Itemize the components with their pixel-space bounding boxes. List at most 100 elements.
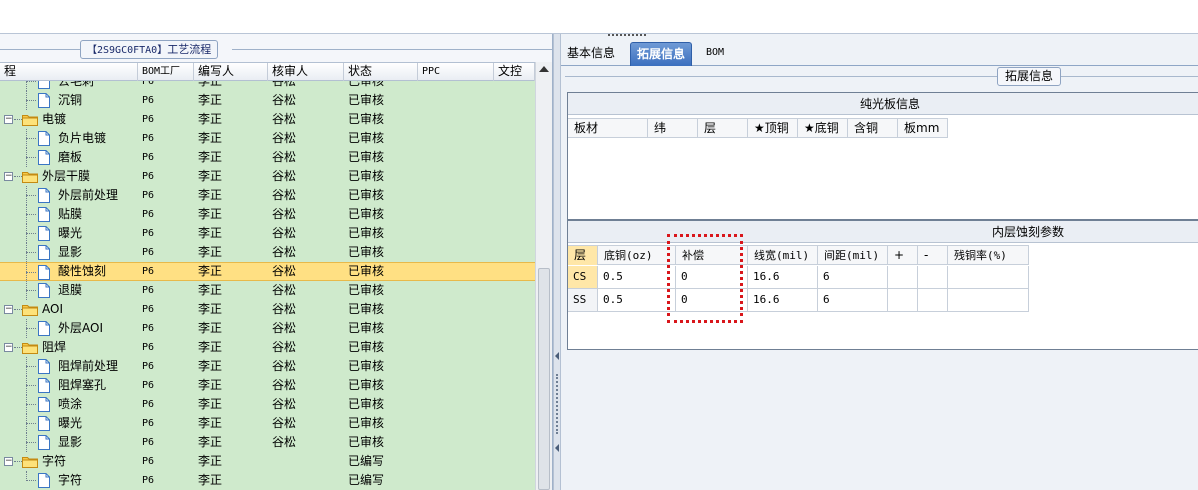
tree-row[interactable]: 酸性蚀刻 P6 李正 谷松 已审核: [0, 262, 535, 282]
board-col-layer[interactable]: 层: [698, 119, 748, 138]
detail-panel: 基本信息 拓展信息 BOM 拓展信息 纯光板信息 板材 纬 层 ★顶铜 ★底铜 …: [561, 34, 1198, 490]
process-name[interactable]: AOI: [42, 300, 63, 319]
column-header-process[interactable]: 程: [0, 63, 138, 81]
board-col-copper-content[interactable]: 含铜: [848, 119, 898, 138]
etch-cell-plus[interactable]: [888, 266, 918, 288]
tab-basic-info[interactable]: 基本信息: [561, 42, 621, 66]
board-col-top-copper[interactable]: ★顶铜: [748, 119, 798, 138]
collapse-toggle-icon[interactable]: −: [4, 115, 13, 124]
board-col-material[interactable]: 板材: [568, 119, 648, 138]
process-name[interactable]: 喷涂: [58, 395, 82, 414]
tree-row[interactable]: 字符 P6 李正 已编写: [0, 471, 535, 490]
tree-row[interactable]: 阻焊前处理 P6 李正 谷松 已审核: [0, 357, 535, 376]
board-col-weft[interactable]: 纬: [648, 119, 698, 138]
process-name[interactable]: 负片电镀: [58, 129, 106, 148]
etch-cell-line-width[interactable]: 16.6: [748, 266, 818, 288]
tree-row[interactable]: 曝光 P6 李正 谷松 已审核: [0, 414, 535, 433]
tree-row[interactable]: 去毛刺 P6 李正 谷松 已审核: [0, 81, 535, 91]
process-name[interactable]: 外层干膜: [42, 167, 90, 186]
process-name[interactable]: 阻焊前处理: [58, 357, 118, 376]
scroll-up-arrow-icon[interactable]: [539, 66, 549, 72]
collapse-left-icon[interactable]: [555, 444, 559, 452]
collapse-toggle-icon[interactable]: −: [4, 305, 13, 314]
cell-status: 已审核: [348, 150, 385, 164]
etch-cell-spacing[interactable]: 6: [818, 289, 888, 311]
tree-row[interactable]: 磨板 P6 李正 谷松 已审核: [0, 148, 535, 167]
process-name[interactable]: 显影: [58, 433, 82, 452]
process-name[interactable]: 阻焊: [42, 338, 66, 357]
collapse-toggle-icon[interactable]: −: [4, 343, 13, 352]
etch-col-layer[interactable]: 层: [568, 246, 598, 265]
etch-col-plus[interactable]: +: [888, 246, 918, 265]
process-name[interactable]: 去毛刺: [58, 81, 94, 91]
tree-row[interactable]: − 阻焊 P6 李正 谷松 已审核: [0, 338, 535, 357]
tree-row[interactable]: 显影 P6 李正 谷松 已审核: [0, 433, 535, 452]
etch-cell-plus[interactable]: [888, 289, 918, 311]
column-header-ppc[interactable]: PPC: [418, 63, 494, 81]
collapse-toggle-icon[interactable]: −: [4, 457, 13, 466]
collapse-left-icon[interactable]: [555, 352, 559, 360]
drag-handle-icon[interactable]: [608, 34, 646, 37]
tree-row[interactable]: 外层前处理 P6 李正 谷松 已审核: [0, 186, 535, 205]
tree-row[interactable]: 显影 P6 李正 谷松 已审核: [0, 243, 535, 262]
tree-row[interactable]: − AOI P6 李正 谷松 已审核: [0, 300, 535, 319]
cell-bom: P6: [142, 95, 155, 106]
process-name[interactable]: 电镀: [42, 110, 66, 129]
board-col-thickness[interactable]: 板mm: [898, 119, 948, 138]
tree-row[interactable]: 负片电镀 P6 李正 谷松 已审核: [0, 129, 535, 148]
tree-row[interactable]: 曝光 P6 李正 谷松 已审核: [0, 224, 535, 243]
process-name[interactable]: 外层前处理: [58, 186, 118, 205]
vertical-scrollbar[interactable]: [535, 62, 552, 490]
column-header-bom[interactable]: BOM工厂: [138, 63, 194, 81]
column-header-status[interactable]: 状态: [344, 63, 418, 81]
tree-row[interactable]: 外层AOI P6 李正 谷松 已审核: [0, 319, 535, 338]
etch-cell-spacing[interactable]: 6: [818, 266, 888, 288]
etch-col-residual-copper[interactable]: 残铜率(%): [948, 246, 1029, 265]
etch-cell-line-width[interactable]: 16.6: [748, 289, 818, 311]
column-header-reviewer[interactable]: 核审人: [268, 63, 344, 81]
tree-row[interactable]: 贴膜 P6 李正 谷松 已审核: [0, 205, 535, 224]
process-name[interactable]: 曝光: [58, 224, 82, 243]
etch-col-minus[interactable]: -: [918, 246, 948, 265]
process-name[interactable]: 贴膜: [58, 205, 82, 224]
etch-cell-residual-copper[interactable]: [948, 266, 1029, 288]
tab-extended-info[interactable]: 拓展信息: [630, 42, 693, 66]
process-name[interactable]: 退膜: [58, 281, 82, 300]
tree-row[interactable]: 阻焊塞孔 P6 李正 谷松 已审核: [0, 376, 535, 395]
tree-row[interactable]: 退膜 P6 李正 谷松 已审核: [0, 281, 535, 300]
collapse-toggle-icon[interactable]: −: [4, 172, 13, 181]
scrollbar-thumb[interactable]: [538, 268, 550, 490]
etch-col-spacing[interactable]: 间距(mil): [818, 246, 888, 265]
tree-row[interactable]: − 外层干膜 P6 李正 谷松 已审核: [0, 167, 535, 186]
process-name[interactable]: 显影: [58, 243, 82, 262]
process-name[interactable]: 曝光: [58, 414, 82, 433]
panel-splitter[interactable]: [553, 34, 561, 490]
document-icon: [38, 359, 50, 374]
process-name[interactable]: 字符: [42, 452, 66, 471]
etch-col-line-width[interactable]: 线宽(mil): [748, 246, 818, 265]
tree-row[interactable]: 沉铜 P6 李正 谷松 已审核: [0, 91, 535, 110]
cell-writer: 李正: [198, 435, 223, 449]
splitter-grip-icon[interactable]: [556, 374, 558, 434]
tree-row[interactable]: 喷涂 P6 李正 谷松 已审核: [0, 395, 535, 414]
process-name[interactable]: 外层AOI: [58, 319, 103, 338]
process-name[interactable]: 磨板: [58, 148, 82, 167]
tree-row[interactable]: − 电镀 P6 李正 谷松 已审核: [0, 110, 535, 129]
process-name[interactable]: 字符: [58, 471, 82, 490]
etch-cell-residual-copper[interactable]: [948, 289, 1029, 311]
tab-bom[interactable]: BOM: [700, 42, 730, 66]
tree-connector: [26, 100, 36, 101]
etch-col-base-copper[interactable]: 底铜(oz): [598, 246, 676, 265]
process-name[interactable]: 沉铜: [58, 91, 82, 110]
column-header-writer[interactable]: 编写人: [194, 63, 268, 81]
board-col-bottom-copper[interactable]: ★底铜: [798, 119, 848, 138]
etch-cell-minus[interactable]: [918, 266, 948, 288]
etch-cell-minus[interactable]: [918, 289, 948, 311]
etch-cell-base-copper[interactable]: 0.5: [598, 289, 676, 311]
process-name[interactable]: 酸性蚀刻: [58, 263, 106, 282]
column-header-doc-control[interactable]: 文控: [494, 63, 535, 81]
tree-row[interactable]: − 字符 P6 李正 已编写: [0, 452, 535, 471]
etch-cell-base-copper[interactable]: 0.5: [598, 266, 676, 288]
process-name[interactable]: 阻焊塞孔: [58, 376, 106, 395]
caption-rule: [232, 49, 552, 50]
